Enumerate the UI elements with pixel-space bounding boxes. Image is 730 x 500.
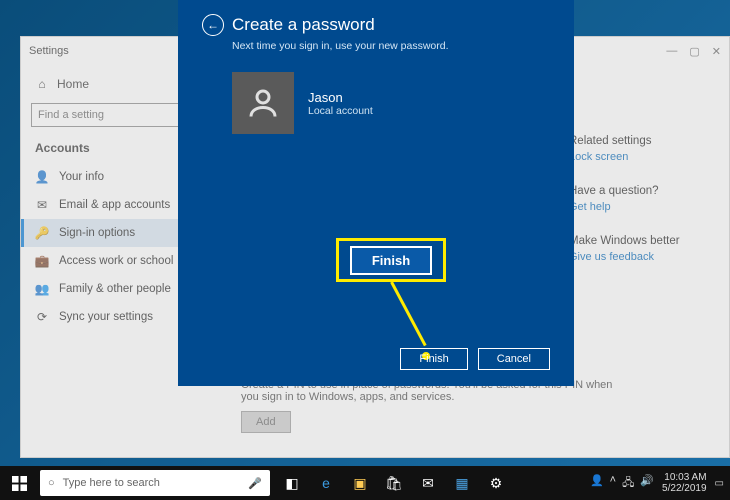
home-nav[interactable]: ⌂ Home — [21, 71, 191, 97]
briefcase-icon: 💼 — [35, 254, 49, 268]
windows-icon — [12, 476, 27, 491]
date: 5/22/2019 — [662, 483, 707, 494]
search-placeholder: Find a setting — [38, 109, 104, 121]
sidebar-section-title: Accounts — [21, 137, 191, 163]
movies-icon[interactable]: ▦ — [446, 466, 478, 500]
file-explorer-icon[interactable]: ▣ — [344, 466, 376, 500]
minimize-button[interactable]: — — [666, 45, 677, 58]
taskbar-search-placeholder: Type here to search — [63, 477, 160, 489]
dialog-header: ← Create a password — [202, 14, 550, 36]
system-tray: 👤 ˄ 🖧 🔊 10:03 AM 5/22/2019 ▭ — [590, 472, 730, 494]
question-heading: Have a question? — [569, 185, 709, 197]
sync-icon: ⟳ — [35, 310, 49, 324]
search-icon: ○ — [48, 477, 55, 489]
settings-sidebar: ⌂ Home Find a setting Accounts 👤Your inf… — [21, 65, 191, 457]
back-button[interactable]: ← — [202, 14, 224, 36]
chevron-up-icon[interactable]: ˄ — [610, 474, 616, 493]
people-icon: 👥 — [35, 282, 49, 296]
dialog-buttons: Finish Cancel — [400, 348, 550, 370]
related-settings-heading: Related settings — [569, 135, 709, 147]
finish-callout-label: Finish — [350, 246, 432, 275]
user-type: Local account — [308, 105, 373, 117]
people-tray-icon[interactable]: 👤 — [590, 474, 604, 493]
person-icon — [245, 85, 281, 121]
mail-icon: ✉ — [35, 198, 49, 212]
store-icon[interactable]: 🛍 — [378, 466, 410, 500]
sidebar-item-family[interactable]: 👥Family & other people — [21, 275, 191, 303]
mail-icon[interactable]: ✉ — [412, 466, 444, 500]
close-button[interactable]: ✕ — [712, 45, 721, 58]
cancel-button[interactable]: Cancel — [478, 348, 550, 370]
get-help-link[interactable]: Get help — [569, 201, 611, 213]
window-title: Settings — [29, 45, 69, 57]
add-pin-button[interactable]: Add — [241, 411, 291, 433]
avatar — [232, 72, 294, 134]
lock-screen-link[interactable]: Lock screen — [569, 151, 628, 163]
maximize-button[interactable]: ▢ — [689, 45, 699, 58]
user-block: Jason Local account — [232, 72, 550, 134]
home-icon: ⌂ — [35, 77, 49, 91]
right-panel: Related settings Lock screen Have a ques… — [569, 135, 709, 285]
sidebar-item-sync[interactable]: ⟳Sync your settings — [21, 303, 191, 331]
edge-icon[interactable]: e — [310, 466, 342, 500]
better-heading: Make Windows better — [569, 235, 709, 247]
settings-icon[interactable]: ⚙ — [480, 466, 512, 500]
finish-button[interactable]: Finish — [400, 348, 467, 370]
settings-search[interactable]: Find a setting — [31, 103, 181, 127]
task-view-icon[interactable]: ◧ — [276, 466, 308, 500]
feedback-link[interactable]: Give us feedback — [569, 251, 654, 263]
home-label: Home — [57, 77, 89, 91]
sidebar-item-signin[interactable]: 🔑Sign-in options — [21, 219, 191, 247]
time: 10:03 AM — [662, 472, 707, 483]
mic-icon[interactable]: 🎤 — [248, 477, 262, 490]
network-icon[interactable]: 🖧 — [622, 474, 634, 493]
taskbar-search[interactable]: ○ Type here to search 🎤 — [40, 470, 270, 496]
taskbar: ○ Type here to search 🎤 ◧ e ▣ 🛍 ✉ ▦ ⚙ 👤 … — [0, 466, 730, 500]
sidebar-item-email[interactable]: ✉Email & app accounts — [21, 191, 191, 219]
clock[interactable]: 10:03 AM 5/22/2019 — [662, 472, 707, 494]
pinned-apps: ◧ e ▣ 🛍 ✉ ▦ ⚙ — [276, 466, 512, 500]
create-password-dialog: ← Create a password Next time you sign i… — [178, 0, 574, 386]
sidebar-item-your-info[interactable]: 👤Your info — [21, 163, 191, 191]
callout-connector — [390, 281, 426, 346]
volume-icon[interactable]: 🔊 — [640, 474, 654, 493]
notifications-icon[interactable]: ▭ — [715, 478, 724, 489]
window-controls: — ▢ ✕ — [666, 45, 721, 58]
start-button[interactable] — [0, 466, 38, 500]
person-icon: 👤 — [35, 170, 49, 184]
pin-section: Create a PIN to use in place of password… — [241, 379, 621, 433]
sidebar-item-work-school[interactable]: 💼Access work or school — [21, 247, 191, 275]
dialog-subtitle: Next time you sign in, use your new pass… — [232, 40, 550, 52]
key-icon: 🔑 — [35, 226, 49, 240]
dialog-title: Create a password — [232, 15, 375, 35]
user-name: Jason — [308, 90, 373, 105]
finish-callout: Finish — [336, 238, 446, 282]
